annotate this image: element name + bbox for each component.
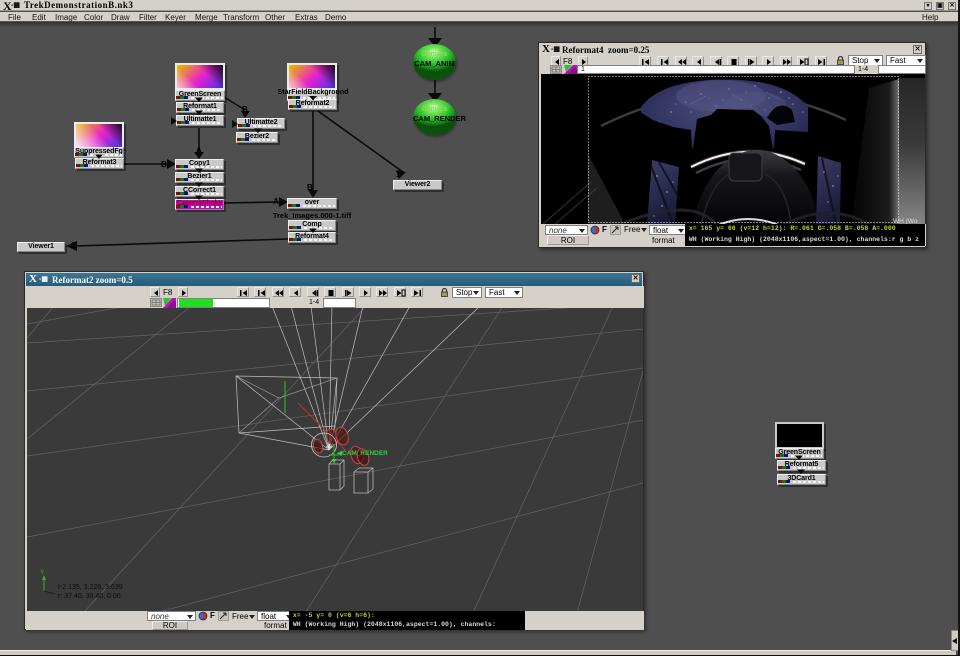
svg-text:t-2.135, 3.225, 3.639: t-2.135, 3.225, 3.639 [58,584,123,591]
svg-text:A: A [196,146,202,155]
svg-text:◀CAM_RENDER: ◀CAM_RENDER [336,450,388,457]
svg-text:Y: Y [40,569,45,576]
svg-text:1: 1 [396,170,401,179]
svg-text:B: B [161,160,167,169]
svg-text:r: 37.40, 30.40, 0.00: r: 37.40, 30.40, 0.00 [58,593,121,600]
svg-text:1: 1 [71,241,76,250]
svg-text:B: B [242,105,248,114]
svg-text:A: A [273,197,279,206]
svg-text:B: B [307,183,313,192]
